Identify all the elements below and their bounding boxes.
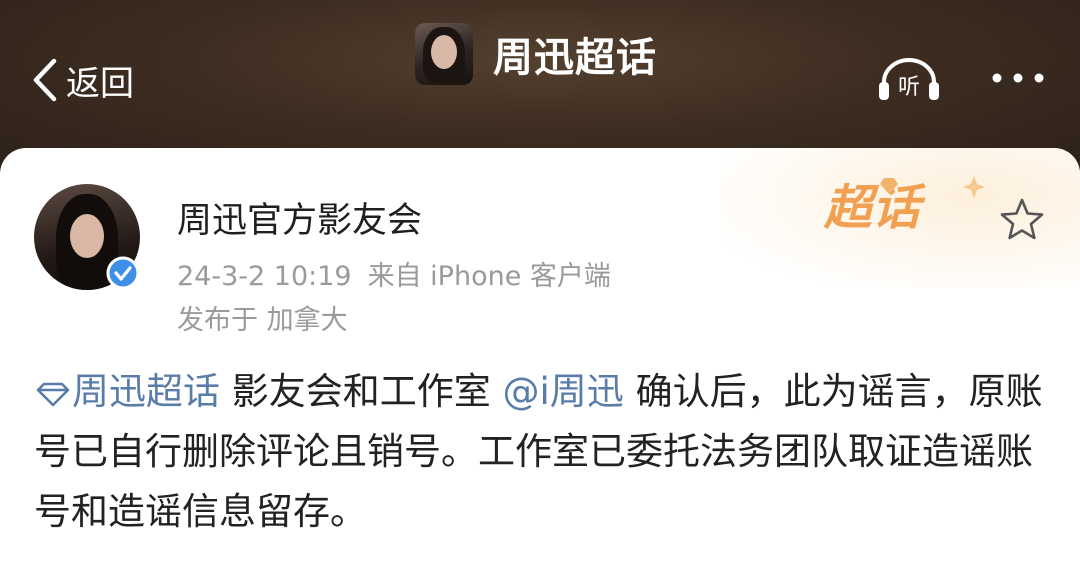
star-icon[interactable] [998,196,1046,242]
post-content: 周迅超话 影友会和工作室 @i周迅 确认后，此为谣言，原账号已自行删除评论且销号… [34,362,1044,542]
more-dots-icon[interactable] [990,68,1046,88]
verified-badge-icon [106,256,140,290]
listen-label: 听 [898,75,920,100]
mention-link[interactable]: @i周迅 [503,370,624,413]
post-location: 发布于 加拿大 [177,305,348,336]
super-topic-badge: 超话 [823,176,985,236]
post-timestamp: 24-3-2 10:19 [177,261,352,292]
page-title: 周迅超话 [493,35,657,81]
chevron-left-icon [33,58,57,102]
content-text-1: 影友会和工作室 [220,370,503,413]
post-source: 来自 iPhone 客户端 [367,261,611,292]
topic-link[interactable]: 周迅超话 [72,370,220,413]
badge-label: 超话 [823,180,926,236]
back-label: 返回 [66,63,134,104]
sparkle-icon [963,176,985,198]
topic-avatar[interactable] [415,23,473,85]
headphones-icon[interactable]: 听 [876,54,942,104]
page-header: 周迅超话 [415,22,657,86]
author-name[interactable]: 周迅官方影友会 [177,192,422,243]
diamond-topic-icon [36,382,70,407]
post-meta: 24-3-2 10:19 来自 iPhone 客户端 [177,254,611,293]
navigation-bar: 返回 周迅超话 听 [0,0,1080,170]
back-button[interactable]: 返回 [28,55,134,105]
